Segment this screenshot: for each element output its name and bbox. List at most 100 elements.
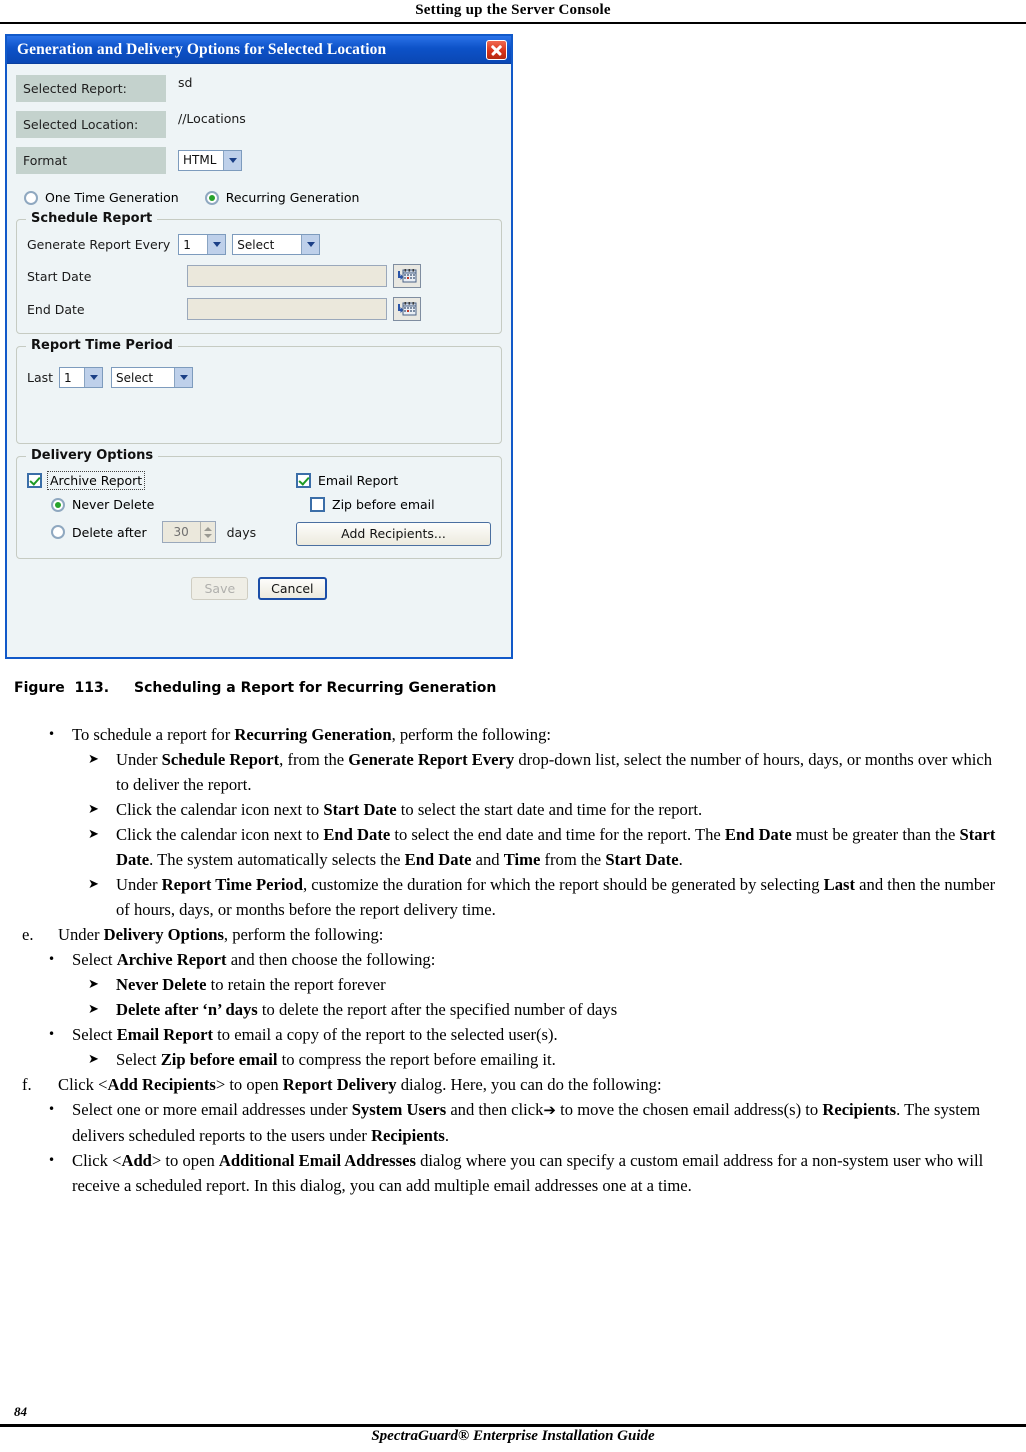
list-item-marker: • xyxy=(48,1153,56,1167)
format-label: Format xyxy=(16,146,166,174)
list-item: e. Under Delivery Options, perform the fo… xyxy=(0,922,1026,947)
cancel-button[interactable]: Cancel xyxy=(258,577,327,600)
chevron-down-icon[interactable] xyxy=(84,368,103,387)
last-unit-select[interactable]: Select xyxy=(111,367,194,388)
generate-every-unit-select[interactable]: Select xyxy=(232,234,321,255)
list-item-text: Select one or more email addresses under… xyxy=(72,1100,981,1145)
end-date-label: End Date xyxy=(27,301,85,317)
list-item-marker: ➤ xyxy=(88,1002,99,1017)
schedule-report-group: Schedule Report Generate Report Every 1 … xyxy=(16,211,502,334)
delivery-options-legend: Delivery Options xyxy=(26,448,159,463)
dialog-title: Generation and Delivery Options for Sele… xyxy=(17,40,387,58)
selected-location-row: Selected Location: //Locations xyxy=(16,110,502,138)
selected-location-label: Selected Location: xyxy=(16,110,166,138)
list-item: ➤ Under Report Time Period, customize the… xyxy=(0,872,1026,922)
header-divider xyxy=(0,22,1026,24)
generate-every-row: Generate Report Every 1 Select xyxy=(27,234,491,255)
list-item: ➤ Under Schedule Report, from the Generat… xyxy=(0,747,1026,797)
one-time-generation-label: One Time Generation xyxy=(45,190,179,205)
last-period-row: Last 1 Select xyxy=(27,367,491,388)
list-item-marker: f. xyxy=(22,1075,32,1094)
delivery-options-group: Delivery Options Archive Report Never De… xyxy=(16,448,502,559)
list-item-marker: ➤ xyxy=(88,802,99,817)
stepper-up-icon[interactable] xyxy=(203,526,212,531)
list-item: ➤ Delete after ‘n’ days to delete the rep… xyxy=(0,997,1026,1022)
zip-before-email-label: Zip before email xyxy=(332,497,435,512)
start-date-label: Start Date xyxy=(27,268,92,284)
email-report-option[interactable]: Email Report xyxy=(296,473,491,488)
format-select-value: HTML xyxy=(183,153,217,167)
list-item-text: Delete after ‘n’ days to delete the repo… xyxy=(116,1000,618,1019)
delete-after-days-stepper[interactable]: 30 xyxy=(161,521,216,543)
zip-before-email-checkbox[interactable] xyxy=(310,497,325,512)
recurring-generation-radio[interactable] xyxy=(204,190,219,205)
list-item: ➤ Select Zip before email to compress the… xyxy=(0,1047,1026,1072)
list-item-marker: ➤ xyxy=(88,752,99,767)
selected-location-value: //Locations xyxy=(178,111,246,126)
generate-every-number-value: 1 xyxy=(183,237,191,252)
archive-report-label: Archive Report xyxy=(46,471,146,490)
one-time-generation-option[interactable]: One Time Generation xyxy=(24,190,179,205)
list-item-marker: • xyxy=(48,1027,56,1041)
list-item-text: Select Archive Report and then choose th… xyxy=(72,950,436,969)
selected-report-value: sd xyxy=(178,75,193,90)
list-item: • Select one or more email addresses unde… xyxy=(0,1097,1026,1148)
chevron-down-icon[interactable] xyxy=(223,150,241,170)
start-date-row: Start Date xyxy=(27,264,491,288)
chevron-down-icon[interactable] xyxy=(301,235,320,254)
list-item-text: Click <Add Recipients> to open Report De… xyxy=(58,1075,662,1094)
start-date-calendar-icon[interactable] xyxy=(393,264,421,288)
dialog-titlebar: Generation and Delivery Options for Sele… xyxy=(7,36,511,64)
list-item-marker: • xyxy=(48,727,56,741)
generate-every-number-select[interactable]: 1 xyxy=(178,234,227,255)
last-number-select[interactable]: 1 xyxy=(59,367,104,388)
format-select[interactable]: HTML xyxy=(178,149,242,171)
delete-after-radio[interactable] xyxy=(51,525,65,539)
list-item: ➤ Click the calendar icon next to End Dat… xyxy=(0,822,1026,872)
list-item: ➤ Never Delete to retain the report forev… xyxy=(0,972,1026,997)
list-item-marker: ➤ xyxy=(88,827,99,842)
figure-label: Figure 113. xyxy=(14,680,110,696)
list-item-marker: ➤ xyxy=(88,1052,99,1067)
report-time-period-legend: Report Time Period xyxy=(26,338,178,353)
list-item-marker: e. xyxy=(22,925,34,944)
never-delete-label: Never Delete xyxy=(72,497,155,512)
never-delete-radio[interactable] xyxy=(51,497,65,512)
dialog-body: Selected Report: sd Selected Location: /… xyxy=(7,64,511,657)
last-label: Last xyxy=(27,370,54,385)
delete-after-option[interactable]: Delete after 30 days xyxy=(51,521,296,543)
zip-before-email-option[interactable]: Zip before email xyxy=(310,497,491,512)
archive-report-option[interactable]: Archive Report xyxy=(27,471,296,490)
list-item-text: Never Delete to retain the report foreve… xyxy=(116,975,386,994)
add-recipients-button[interactable]: Add Recipients... xyxy=(296,522,491,546)
figure-caption: Figure 113. Scheduling a Report for Recu… xyxy=(14,680,496,696)
email-report-label: Email Report xyxy=(318,473,399,488)
never-delete-option[interactable]: Never Delete xyxy=(51,497,296,512)
start-date-input[interactable] xyxy=(187,265,387,287)
list-item-marker: • xyxy=(48,1102,56,1116)
chevron-down-icon[interactable] xyxy=(207,235,226,254)
archive-report-checkbox[interactable] xyxy=(27,473,42,488)
recurring-generation-option[interactable]: Recurring Generation xyxy=(204,190,359,205)
list-item-text: Click the calendar icon next to End Date… xyxy=(116,825,996,869)
save-button[interactable]: Save xyxy=(191,577,249,600)
schedule-report-legend: Schedule Report xyxy=(26,211,158,226)
stepper-buttons[interactable] xyxy=(199,522,215,542)
report-time-period-group: Report Time Period Last 1 Select xyxy=(16,338,502,444)
last-number-value: 1 xyxy=(64,370,72,385)
generate-every-label: Generate Report Every xyxy=(27,237,171,252)
close-icon[interactable] xyxy=(486,39,507,60)
delete-after-label: Delete after xyxy=(72,524,147,540)
stepper-down-icon[interactable] xyxy=(203,533,212,538)
email-report-checkbox[interactable] xyxy=(296,473,311,488)
list-item-text: Select Zip before email to compress the … xyxy=(116,1050,556,1069)
footer-title: SpectraGuard® Enterprise Installation Gu… xyxy=(371,1428,655,1444)
end-date-input[interactable] xyxy=(187,298,387,320)
one-time-generation-radio[interactable] xyxy=(24,190,38,205)
list-item-marker: ➤ xyxy=(88,877,99,892)
end-date-calendar-icon[interactable] xyxy=(393,297,421,321)
list-item-text: Click <Add> to open Additional Email Add… xyxy=(72,1151,984,1195)
dialog-footer-buttons: Save Cancel xyxy=(16,577,502,600)
page-header-title: Setting up the Server Console xyxy=(415,2,611,18)
chevron-down-icon[interactable] xyxy=(174,368,193,387)
